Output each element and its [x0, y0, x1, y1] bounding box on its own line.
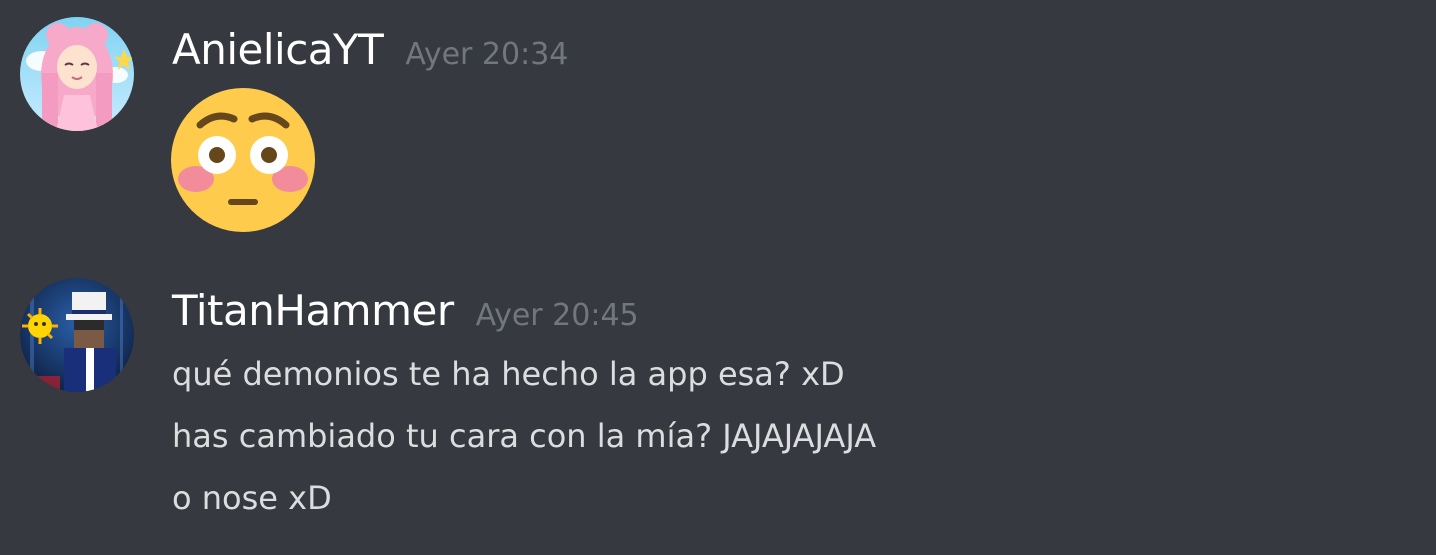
- message-header: AnielicaYT Ayer 20:34: [172, 25, 568, 74]
- username[interactable]: AnielicaYT: [172, 25, 384, 74]
- avatar-image-titanhammer: [20, 278, 134, 392]
- message-line: o nose xD: [172, 479, 332, 517]
- avatar[interactable]: [20, 278, 134, 392]
- message-line: qué demonios te ha hecho la app esa? xD: [172, 355, 845, 393]
- message-content: qué demonios te ha hecho la app esa? xD …: [172, 358, 876, 544]
- message-header: TitanHammer Ayer 20:45: [172, 286, 639, 335]
- message-line: has cambiado tu cara con la mía? JAJAJAJ…: [172, 417, 877, 455]
- flushed-face-emoji-icon: [170, 87, 316, 233]
- message-group: AnielicaYT Ayer 20:34: [0, 17, 1436, 237]
- username[interactable]: TitanHammer: [172, 286, 454, 335]
- avatar[interactable]: [20, 17, 134, 131]
- timestamp: Ayer 20:34: [405, 37, 569, 72]
- message-group: TitanHammer Ayer 20:45 qué demonios te h…: [0, 278, 1436, 548]
- timestamp: Ayer 20:45: [475, 298, 639, 333]
- chat-messages: AnielicaYT Ayer 20:34 TitanHammer Ayer 2…: [0, 0, 1436, 555]
- avatar-image-anielica: [20, 17, 134, 131]
